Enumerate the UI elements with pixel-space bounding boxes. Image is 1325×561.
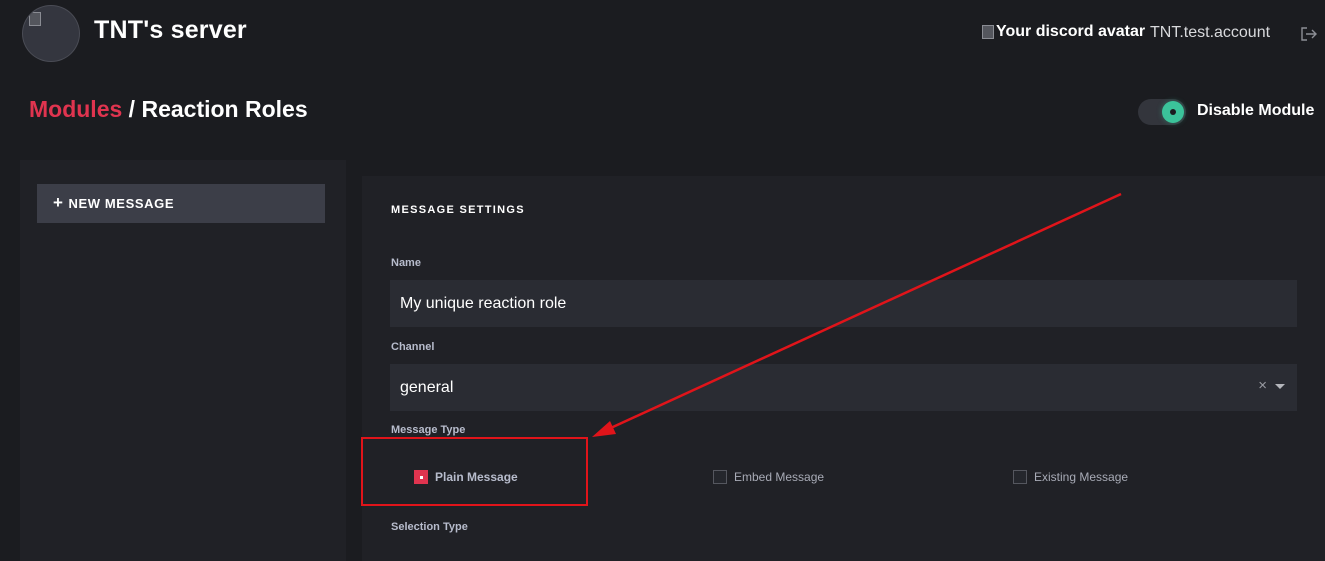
message-type-existing[interactable]: Existing Message — [1013, 470, 1128, 484]
message-type-label: Message Type — [391, 424, 466, 436]
message-type-embed[interactable]: Embed Message — [713, 470, 824, 484]
plus-icon: + — [53, 192, 64, 212]
username[interactable]: TNT.test.account — [1150, 24, 1270, 42]
option-label: Plain Message — [435, 470, 518, 484]
server-icon[interactable] — [22, 5, 80, 62]
channel-label: Channel — [391, 341, 435, 353]
breadcrumb-separator: / — [122, 96, 142, 122]
name-label: Name — [391, 257, 421, 269]
logout-icon[interactable] — [1299, 26, 1319, 42]
avatar-alt-text: Your discord avatar — [996, 23, 1146, 40]
clear-icon[interactable]: × — [1258, 377, 1267, 394]
server-name: TNT's server — [94, 16, 247, 44]
toggle-label: Disable Module — [1197, 102, 1315, 119]
broken-image-icon — [29, 12, 41, 26]
page-title: Reaction Roles — [141, 96, 308, 122]
broken-image-icon — [982, 25, 994, 39]
checkbox-icon[interactable] — [713, 470, 727, 484]
new-message-button[interactable]: + NEW MESSAGE — [37, 184, 325, 223]
breadcrumb-modules-link[interactable]: Modules — [29, 96, 122, 122]
user-avatar[interactable]: Your discord avatar — [982, 23, 1145, 41]
toggle-knob — [1162, 101, 1184, 123]
message-sidebar: + NEW MESSAGE — [20, 160, 346, 561]
page: TNT's server Your discord avatar TNT.tes… — [0, 0, 1325, 561]
new-message-label: NEW MESSAGE — [68, 196, 175, 211]
selection-type-label: Selection Type — [391, 521, 468, 533]
channel-value: general — [400, 378, 454, 396]
checkbox-icon[interactable] — [1013, 470, 1027, 484]
message-type-plain[interactable]: Plain Message — [414, 470, 518, 484]
channel-select[interactable]: general × — [390, 364, 1297, 411]
breadcrumb: Modules / Reaction Roles — [29, 96, 308, 123]
section-title: MESSAGE SETTINGS — [391, 204, 525, 216]
option-label: Existing Message — [1034, 470, 1129, 484]
message-settings-panel: MESSAGE SETTINGS Name My unique reaction… — [362, 176, 1325, 561]
name-input[interactable]: My unique reaction role — [390, 280, 1297, 327]
disable-module-toggle[interactable] — [1138, 99, 1186, 125]
option-label: Embed Message — [734, 470, 825, 484]
checkbox-checked-icon[interactable] — [414, 470, 428, 484]
chevron-down-icon[interactable] — [1275, 384, 1285, 389]
